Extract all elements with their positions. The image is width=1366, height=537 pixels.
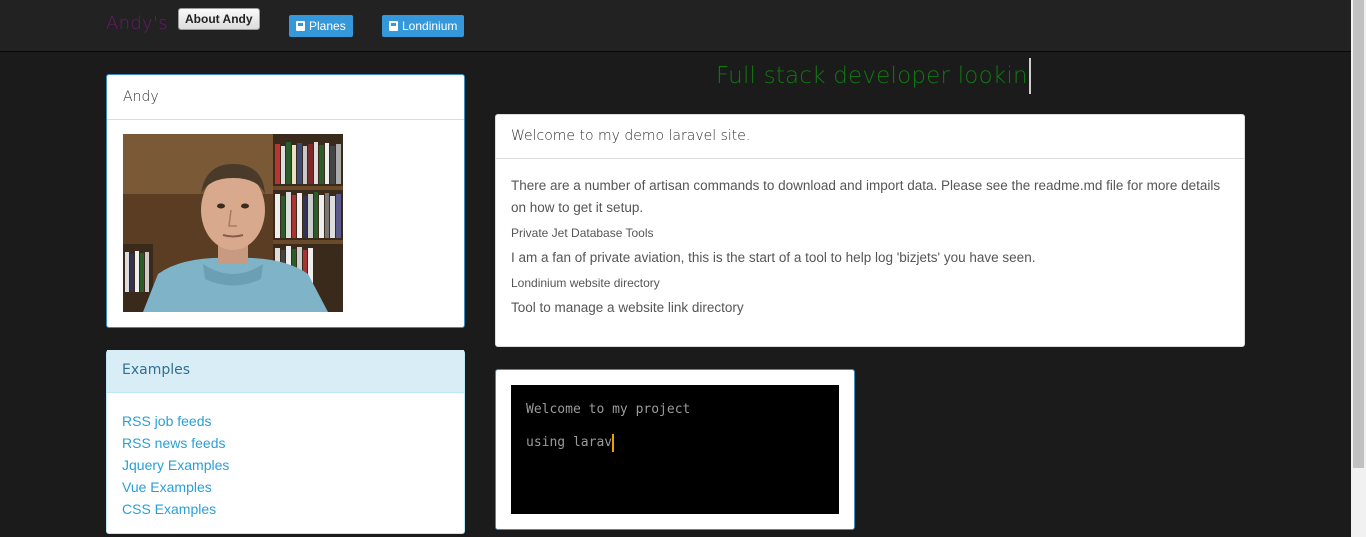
- top-navbar: Andy's About Andy Planes Londinium: [0, 0, 1351, 52]
- profile-heading: Andy: [107, 75, 464, 120]
- terminal-cursor: [612, 433, 615, 452]
- welcome-panel: Welcome to my demo laravel site. There a…: [495, 114, 1245, 347]
- typed-headline-text: Full stack developer lookin: [716, 63, 1028, 89]
- section-text-private-jet: I am a fan of private aviation, this is …: [511, 250, 1036, 265]
- welcome-intro: There are a number of artisan commands t…: [511, 178, 1221, 215]
- about-andy-button[interactable]: About Andy: [178, 8, 260, 30]
- section-title-private-jet: Private Jet Database Tools: [511, 226, 654, 240]
- page-scrollbar[interactable]: [1351, 0, 1366, 537]
- terminal-line-2: using larav: [526, 433, 824, 452]
- examples-list: RSS job feeds RSS news feeds Jquery Exam…: [107, 393, 464, 520]
- example-link-vue[interactable]: Vue Examples: [122, 476, 449, 498]
- welcome-body: There are a number of artisan commands t…: [496, 159, 1244, 319]
- profile-panel: Andy: [106, 74, 465, 328]
- terminal-line-2-text: using larav: [526, 435, 613, 450]
- brand-link[interactable]: Andy's: [106, 13, 168, 34]
- terminal-line-1-text: Welcome to my project: [526, 402, 691, 417]
- londinium-button-label: Londinium: [402, 19, 458, 33]
- typed-headline: Full stack developer lookin: [716, 58, 1031, 94]
- building-icon: [296, 21, 305, 31]
- building-icon: [389, 21, 398, 31]
- terminal-panel: Welcome to my project using larav: [495, 369, 855, 530]
- example-link-rss-job-feeds[interactable]: RSS job feeds: [122, 410, 449, 432]
- planes-button-label: Planes: [309, 19, 346, 33]
- example-link-css[interactable]: CSS Examples: [122, 498, 449, 520]
- example-link-jquery[interactable]: Jquery Examples: [122, 454, 449, 476]
- examples-panel: Examples RSS job feeds RSS news feeds Jq…: [106, 350, 465, 534]
- example-link-rss-news-feeds[interactable]: RSS news feeds: [122, 432, 449, 454]
- terminal-line-1: Welcome to my project: [526, 401, 824, 418]
- planes-button[interactable]: Planes: [289, 15, 353, 37]
- scrollbar-thumb[interactable]: [1353, 0, 1364, 468]
- typing-cursor: [1028, 58, 1031, 94]
- londinium-button[interactable]: Londinium: [382, 15, 465, 37]
- section-title-londinium: Londinium website directory: [511, 276, 660, 290]
- profile-photo: [123, 134, 343, 312]
- welcome-heading: Welcome to my demo laravel site.: [496, 115, 1244, 159]
- terminal-window: Welcome to my project using larav: [511, 385, 839, 514]
- examples-heading: Examples: [107, 350, 464, 393]
- section-text-londinium: Tool to manage a website link directory: [511, 300, 744, 315]
